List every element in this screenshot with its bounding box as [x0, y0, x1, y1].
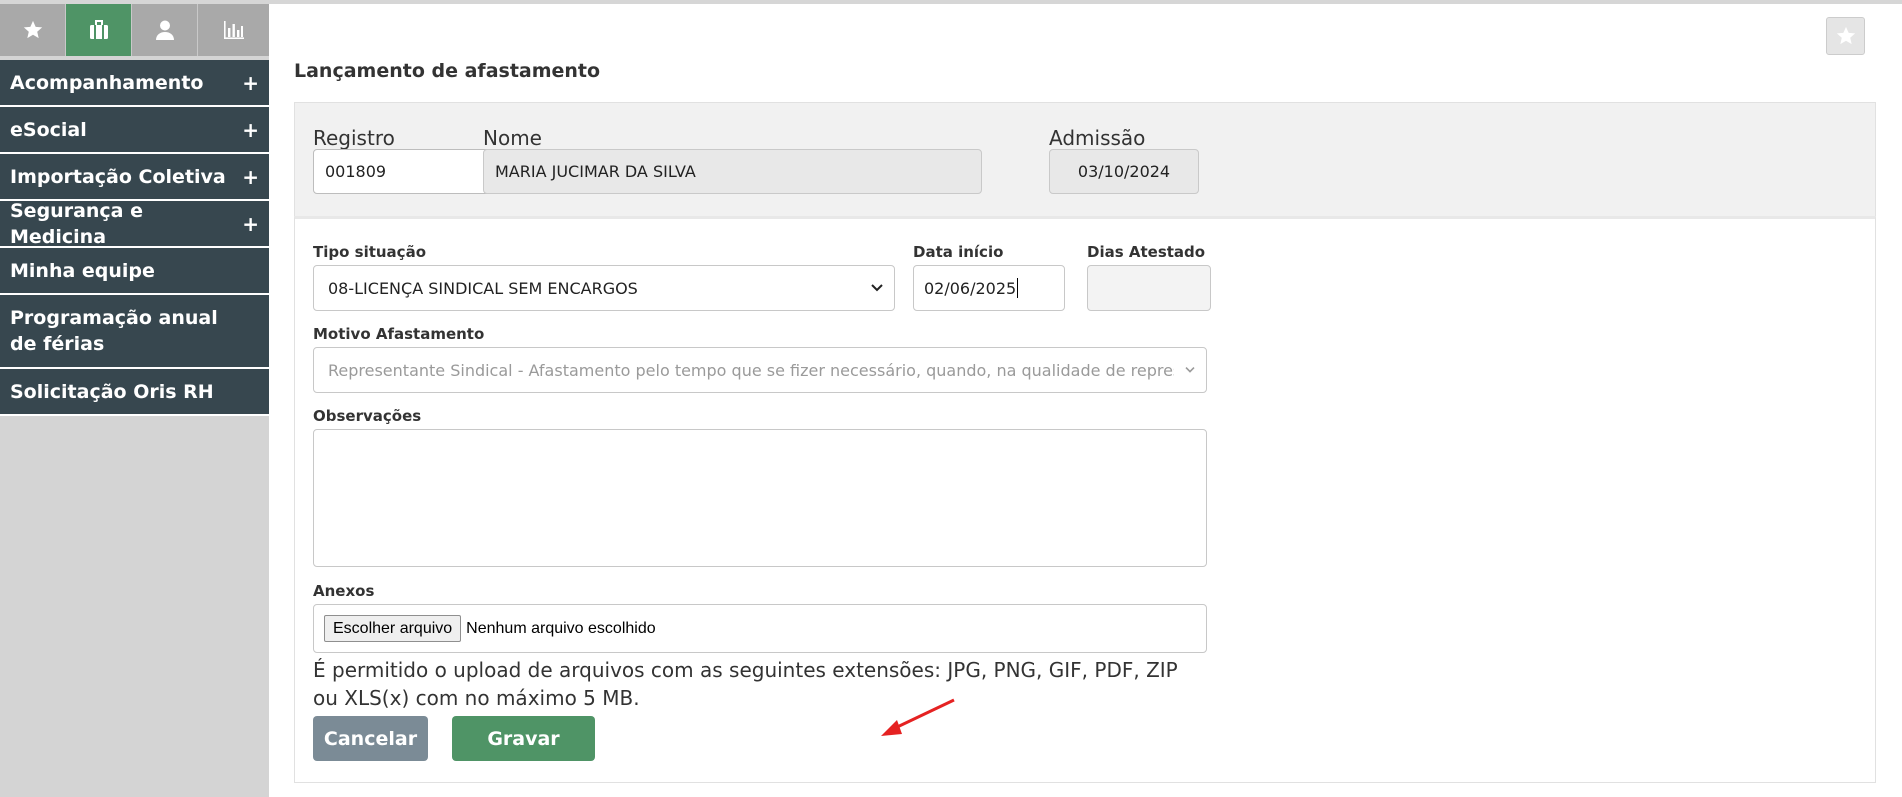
motivo-select[interactable]: Representante Sindical - Afastamento pel…: [313, 347, 1207, 393]
sidebar-item-programacao-ferias[interactable]: Programação anual de férias: [0, 295, 269, 369]
absence-form: Tipo situação 08-LICENÇA SINDICAL SEM EN…: [294, 216, 1876, 783]
tipo-situacao-select[interactable]: 08-LICENÇA SINDICAL SEM ENCARGOS: [313, 265, 895, 311]
sidebar-icon-tabs: [0, 4, 269, 56]
sidebar-item-label: Programação anual de férias: [10, 307, 218, 355]
main-content: Lançamento de afastamento Registro 00180…: [269, 4, 1902, 797]
motivo-label: Motivo Afastamento: [313, 325, 485, 343]
sidebar-item-label: Importação Coletiva: [10, 165, 226, 188]
anexos-label: Anexos: [313, 582, 375, 600]
nome-label: Nome: [483, 126, 542, 150]
sidebar-item-label: Acompanhamento: [10, 71, 204, 94]
upload-help-text: É permitido o upload de arquivos com as …: [313, 658, 1178, 710]
user-icon: [155, 20, 174, 40]
sidebar-item-label: Minha equipe: [10, 259, 155, 282]
data-inicio-label: Data início: [913, 243, 1004, 261]
dias-atestado-input[interactable]: [1087, 265, 1211, 311]
cancel-button[interactable]: Cancelar: [313, 716, 428, 761]
anexos-file-input: Escolher arquivo Nenhum arquivo escolhid…: [313, 604, 1207, 653]
choose-file-button[interactable]: Escolher arquivo: [324, 615, 462, 642]
page-title: Lançamento de afastamento: [294, 60, 601, 82]
briefcase-icon: [89, 20, 108, 39]
star-icon: [1836, 26, 1855, 45]
registro-label: Registro: [313, 126, 395, 150]
registro-value: 001809: [325, 162, 387, 181]
sidebar-menu: Acompanhamento + eSocial + Importação Co…: [0, 60, 269, 416]
chevron-down-icon: [1185, 367, 1195, 373]
sidebar-item-importacao-coletiva[interactable]: Importação Coletiva +: [0, 154, 269, 201]
data-inicio-input[interactable]: 02/06/2025: [913, 265, 1065, 311]
expand-icon: +: [242, 211, 259, 236]
file-status: Nenhum arquivo escolhido: [466, 619, 656, 637]
sidebar-item-esocial[interactable]: eSocial +: [0, 107, 269, 154]
data-inicio-value: 02/06/2025: [924, 278, 1017, 298]
chevron-down-icon: [871, 284, 883, 292]
sidebar-item-label: Segurança e Medicina: [10, 199, 143, 248]
employee-header: Registro 001809 Nome MARIA JUCIMAR DA SI…: [294, 102, 1876, 216]
sidebar-item-minha-equipe[interactable]: Minha equipe: [0, 248, 269, 295]
bar-chart-icon: [223, 21, 244, 39]
dias-atestado-label: Dias Atestado: [1087, 243, 1206, 261]
tipo-situacao-label: Tipo situação: [313, 243, 426, 261]
nome-value: MARIA JUCIMAR DA SILVA: [495, 162, 696, 181]
annotation-arrow-icon: [881, 698, 955, 736]
admissao-value: 03/10/2024: [1077, 162, 1171, 181]
expand-icon: +: [242, 164, 259, 189]
admissao-label: Admissão: [1049, 126, 1146, 150]
text-cursor: [1017, 278, 1019, 298]
tab-favorites[interactable]: [0, 4, 66, 56]
sidebar-item-label: Solicitação Oris RH: [10, 380, 214, 403]
favorite-button[interactable]: [1826, 17, 1865, 55]
tipo-situacao-value: 08-LICENÇA SINDICAL SEM ENCARGOS: [328, 278, 638, 298]
admissao-field: 03/10/2024: [1049, 149, 1199, 194]
observacoes-textarea[interactable]: [313, 429, 1207, 567]
star-icon: [23, 20, 42, 39]
sidebar: Acompanhamento + eSocial + Importação Co…: [0, 4, 269, 797]
tab-user[interactable]: [132, 4, 198, 56]
tab-reports[interactable]: [198, 4, 269, 56]
expand-icon: +: [242, 70, 259, 95]
sidebar-item-label: eSocial: [10, 118, 87, 141]
sidebar-item-seguranca-medicina[interactable]: Segurança e Medicina +: [0, 199, 269, 248]
save-button[interactable]: Gravar: [452, 716, 595, 761]
sidebar-item-acompanhamento[interactable]: Acompanhamento +: [0, 60, 269, 107]
expand-icon: +: [242, 117, 259, 142]
motivo-value: Representante Sindical - Afastamento pel…: [328, 360, 1174, 380]
tab-management[interactable]: [66, 4, 132, 56]
observacoes-label: Observações: [313, 407, 422, 425]
nome-field: MARIA JUCIMAR DA SILVA: [483, 149, 982, 194]
sidebar-item-solicitacao-oris[interactable]: Solicitação Oris RH: [0, 369, 269, 416]
